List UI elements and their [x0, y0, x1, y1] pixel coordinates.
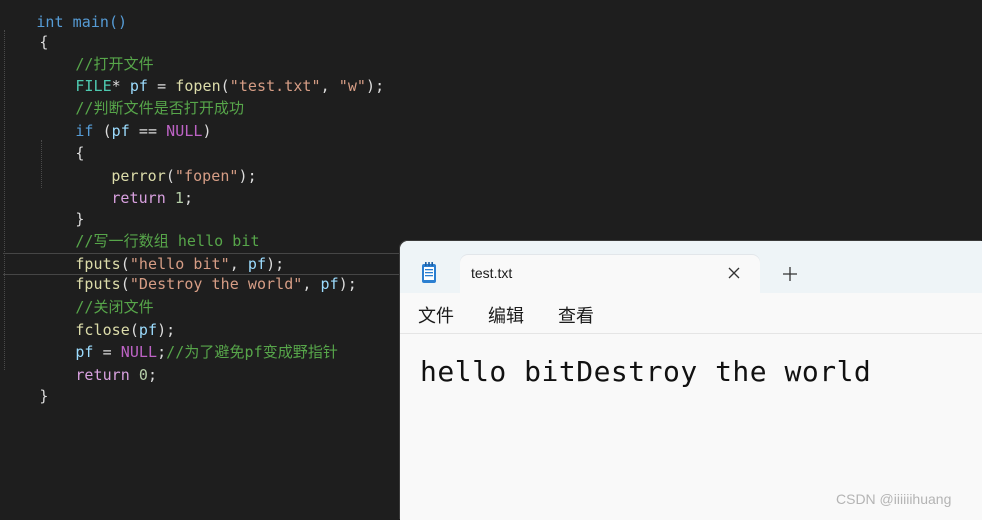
close-icon[interactable]	[726, 265, 742, 281]
code-token: ,	[320, 77, 339, 95]
code-keyword-return: return	[111, 189, 166, 207]
code-number: 0	[129, 366, 148, 384]
code-keyword-return: return	[75, 366, 130, 384]
code-token: ;	[184, 189, 194, 207]
code-macro-null: NULL	[166, 122, 203, 140]
menu-view[interactable]: 查看	[558, 302, 594, 328]
document-content: hello bitDestroy the world	[420, 355, 872, 388]
code-var-pf: pf	[111, 122, 130, 140]
code-line-open-brace[interactable]: {	[3, 9, 48, 51]
code-token: );	[365, 77, 385, 95]
code-close-brace: }	[39, 387, 49, 405]
code-token: ==	[129, 122, 167, 140]
code-line-close-brace[interactable]: }	[3, 363, 48, 405]
code-line-fclose[interactable]: fclose(pf);	[39, 297, 175, 339]
code-token: (	[93, 122, 112, 140]
code-comment: //为了避免pf变成野指针	[166, 343, 338, 361]
code-token: );	[238, 167, 257, 185]
menu-bar: 文件 编辑 查看	[400, 293, 982, 334]
notepad-window[interactable]: test.txt 文件 编辑 查看 hello bitDestroy the w…	[400, 241, 982, 520]
code-line-comment-open-file[interactable]: //打开文件	[39, 31, 154, 73]
code-line-fputs-hello[interactable]: fputs("hello bit", pf);	[39, 231, 284, 273]
menu-file[interactable]: 文件	[418, 302, 454, 328]
code-line-perror[interactable]: perror("fopen");	[75, 143, 257, 185]
code-line-if-open-brace[interactable]: {	[39, 120, 84, 162]
code-line-return-0[interactable]: return 0;	[39, 342, 157, 384]
code-token: ;	[157, 343, 167, 361]
code-line-return-1[interactable]: return 1;	[75, 165, 193, 207]
code-token: ;	[148, 366, 158, 384]
code-var-pf: pf	[320, 275, 339, 293]
code-line-if[interactable]: if (pf == NULL)	[39, 98, 212, 140]
code-string: "Destroy the world"	[129, 275, 303, 293]
code-main-signature: int main()	[36, 13, 128, 31]
notepad-icon	[422, 262, 436, 283]
menu-edit[interactable]: 编辑	[488, 302, 524, 328]
plus-icon[interactable]	[780, 264, 800, 284]
code-token: ,	[302, 275, 321, 293]
code-line-fputs-destroy[interactable]: fputs("Destroy the world", pf);	[3, 253, 423, 293]
indent-guide	[4, 30, 5, 370]
code-line-comment-close[interactable]: //关闭文件	[39, 274, 154, 316]
code-line-fopen[interactable]: FILE* pf = fopen("test.txt", "w");	[39, 53, 384, 95]
code-line-comment-check[interactable]: //判断文件是否打开成功	[39, 75, 244, 117]
code-line-if-close-brace[interactable]: }	[39, 186, 84, 228]
code-line-pf-null[interactable]: pf = NULL;//为了避免pf变成野指针	[39, 319, 338, 361]
watermark: CSDN @iiiiiihuang	[836, 491, 952, 507]
code-line-comment-write[interactable]: //写一行数组 hello bit	[39, 208, 260, 250]
code-token: );	[338, 275, 357, 293]
tab-test-txt[interactable]: test.txt	[460, 255, 760, 293]
code-string-mode: "w"	[338, 77, 366, 95]
notepad-titlebar[interactable]: test.txt	[400, 241, 982, 293]
code-token: )	[202, 122, 212, 140]
tab-title: test.txt	[471, 265, 513, 281]
code-number: 1	[165, 189, 184, 207]
